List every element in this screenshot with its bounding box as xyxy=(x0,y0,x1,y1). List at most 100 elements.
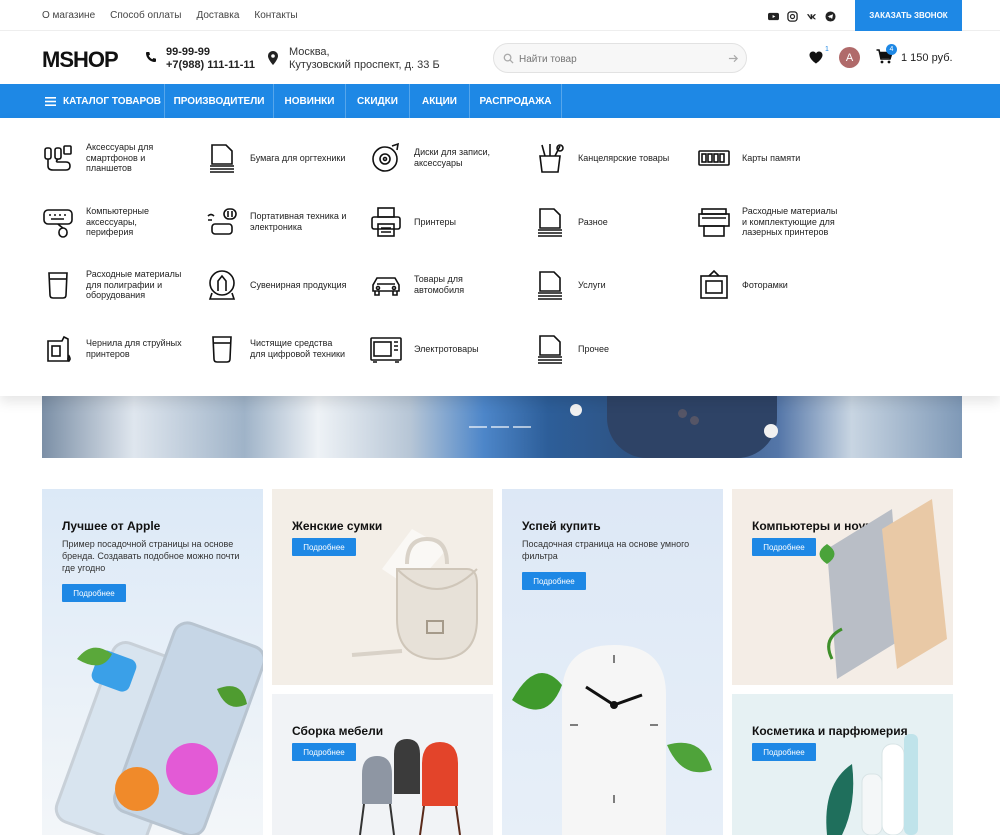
banner-image-coat xyxy=(607,396,777,458)
callback-button[interactable]: ЗАКАЗАТЬ ЗВОНОК xyxy=(855,0,962,31)
catalog-dropdown: Аксессуары для смартфонов и планшетов Бу… xyxy=(0,118,1000,396)
portable-device-icon xyxy=(207,208,237,235)
microwave-icon xyxy=(370,337,402,363)
main-nav: КАТАЛОГ ТОВАРОВ ПРОИЗВОДИТЕЛИ НОВИНКИ СК… xyxy=(0,84,1000,118)
hero-banner[interactable] xyxy=(42,396,962,458)
top-link-about[interactable]: О магазине xyxy=(42,10,95,21)
catalog-item[interactable]: Карты памяти xyxy=(698,142,842,174)
nav-catalog[interactable]: КАТАЛОГ ТОВАРОВ xyxy=(42,84,165,118)
photo-frame-icon xyxy=(700,269,728,299)
catalog-item[interactable]: Услуги xyxy=(534,269,678,301)
catalog-item[interactable]: Чистящие средства для цифровой техники xyxy=(206,333,350,365)
phone-short[interactable]: 99-99-99 xyxy=(166,46,210,58)
promo-text: Пример посадочной страницы на основе бре… xyxy=(62,539,240,574)
paper-stack-icon xyxy=(210,144,234,173)
keyboard-mouse-icon xyxy=(43,209,73,238)
header: MSHOP 99-99-99 +7(988) 111-11-11 Москва,… xyxy=(0,31,1000,84)
catalog-item-label: Расходные материалы для полиграфии и обо… xyxy=(86,269,182,301)
top-link-contacts[interactable]: Контакты xyxy=(254,10,297,21)
promo-tile-apple[interactable]: Лучшее от Apple Пример посадочной страни… xyxy=(42,489,263,835)
catalog-item-label: Чернила для струйных принтеров xyxy=(86,338,182,359)
promo-title: Успей купить xyxy=(522,519,601,533)
top-links: О магазине Способ оплаты Доставка Контак… xyxy=(42,10,298,21)
cleaning-icon xyxy=(212,336,232,363)
vk-icon[interactable] xyxy=(806,9,817,20)
catalog-item-label: Прочее xyxy=(578,343,609,354)
phone-full[interactable]: +7(988) 111-11-11 xyxy=(166,59,255,71)
cart-count-badge: 4 xyxy=(886,44,897,55)
youtube-icon[interactable] xyxy=(768,9,779,21)
catalog-item[interactable]: Сувенирная продукция xyxy=(206,269,350,301)
catalog-item[interactable]: Прочее xyxy=(534,333,678,365)
catalog-item[interactable]: Компьютерные аксессуары, периферия xyxy=(42,206,186,238)
search-input[interactable] xyxy=(519,50,719,68)
catalog-item[interactable]: Диски для записи, аксессуары xyxy=(370,142,514,174)
catalog-item-label: Компьютерные аксессуары, периферия xyxy=(86,206,150,238)
printer-icon xyxy=(371,207,401,237)
memory-card-icon xyxy=(698,150,730,166)
catalog-item[interactable]: Товары для автомобиля xyxy=(370,269,514,301)
favorites-heart-icon[interactable] xyxy=(809,51,823,64)
catalog-item-label: Канцелярские товары xyxy=(578,152,670,163)
catalog-item[interactable]: Канцелярские товары xyxy=(534,142,678,174)
promo-tile-furniture[interactable]: Сборка мебели Подробнее xyxy=(272,694,493,835)
nav-manufacturers[interactable]: ПРОИЗВОДИТЕЛИ xyxy=(165,84,274,118)
nav-new[interactable]: НОВИНКИ xyxy=(274,84,346,118)
logo[interactable]: MSHOP xyxy=(42,47,119,73)
catalog-item[interactable]: Чернила для струйных принтеров xyxy=(42,333,186,365)
catalog-item[interactable]: Бумага для оргтехники xyxy=(206,142,350,174)
promo-tile-hurry[interactable]: Успей купить Посадочная страница на осно… xyxy=(502,489,723,835)
catalog-item[interactable]: Принтеры xyxy=(370,206,514,238)
nav-promotions[interactable]: АКЦИИ xyxy=(410,84,470,118)
social-links xyxy=(768,9,836,22)
phone-icon xyxy=(146,52,156,62)
address-street: Кутузовский проспект, д. 33 Б xyxy=(289,59,440,71)
top-link-payment[interactable]: Способ оплаты xyxy=(110,10,181,21)
catalog-item-label: Чистящие средства для цифровой техники xyxy=(250,338,345,359)
catalog-item-label: Электротовары xyxy=(414,343,479,354)
banner-image-snowball xyxy=(764,424,778,438)
location-pin-icon xyxy=(268,51,278,65)
catalog-item-label: Принтеры xyxy=(414,216,456,227)
laptops-image xyxy=(819,499,947,679)
banner-image-button xyxy=(690,416,699,425)
telegram-icon[interactable] xyxy=(825,9,836,22)
catalog-item[interactable]: Расходные материалы для полиграфии и обо… xyxy=(42,269,186,301)
promo-more-button[interactable]: Подробнее xyxy=(522,572,586,590)
instagram-icon[interactable] xyxy=(787,9,798,22)
promo-tile-bags[interactable]: Женские сумки Подробнее xyxy=(272,489,493,685)
promo-tile-computers[interactable]: Компьютеры и ноутбуки Подробнее xyxy=(732,489,953,685)
catalog-item-label: Фоторамки xyxy=(742,279,788,290)
catalog-item-label: Карты памяти xyxy=(742,152,801,163)
catalog-item-label: Услуги xyxy=(578,279,606,290)
nav-sale[interactable]: РАСПРОДАЖА xyxy=(470,84,562,118)
catalog-item[interactable]: Аксессуары для смартфонов и планшетов xyxy=(42,142,186,174)
handbag-image xyxy=(351,529,478,661)
clock-image xyxy=(512,645,712,835)
banner-pagination[interactable] xyxy=(469,426,531,428)
address-city: Москва, xyxy=(289,46,330,58)
promo-tile-cosmetics[interactable]: Косметика и парфюмерия Подробнее xyxy=(732,694,953,835)
catalog-item-label: Сувенирная продукция xyxy=(250,279,347,290)
search-submit-arrow-icon[interactable] xyxy=(728,53,739,64)
user-avatar[interactable]: A xyxy=(839,47,860,68)
nav-catalog-label: КАТАЛОГ ТОВАРОВ xyxy=(62,95,161,107)
catalog-item[interactable]: Разное xyxy=(534,206,678,238)
chairs-image xyxy=(359,739,461,835)
menu-burger-icon xyxy=(44,96,56,106)
snow-globe-icon xyxy=(208,270,236,300)
nav-discounts[interactable]: СКИДКИ xyxy=(346,84,410,118)
top-link-delivery[interactable]: Доставка xyxy=(196,10,239,21)
catalog-item[interactable]: Расходные материалы и комплектующие для … xyxy=(698,206,842,238)
search-icon xyxy=(503,53,514,64)
disc-icon xyxy=(372,142,400,172)
promo-more-button[interactable]: Подробнее xyxy=(62,584,126,602)
catalog-item-label: Товары для автомобиля xyxy=(414,274,465,295)
catalog-item[interactable]: Фоторамки xyxy=(698,269,842,301)
stack-icon xyxy=(538,208,562,237)
catalog-item[interactable]: Портативная техника и электроника xyxy=(206,206,350,238)
catalog-item-label: Разное xyxy=(578,216,608,227)
laser-printer-icon xyxy=(698,208,730,237)
cart-total[interactable]: 1 150 руб. xyxy=(901,52,953,64)
catalog-item[interactable]: Электротовары xyxy=(370,333,514,365)
